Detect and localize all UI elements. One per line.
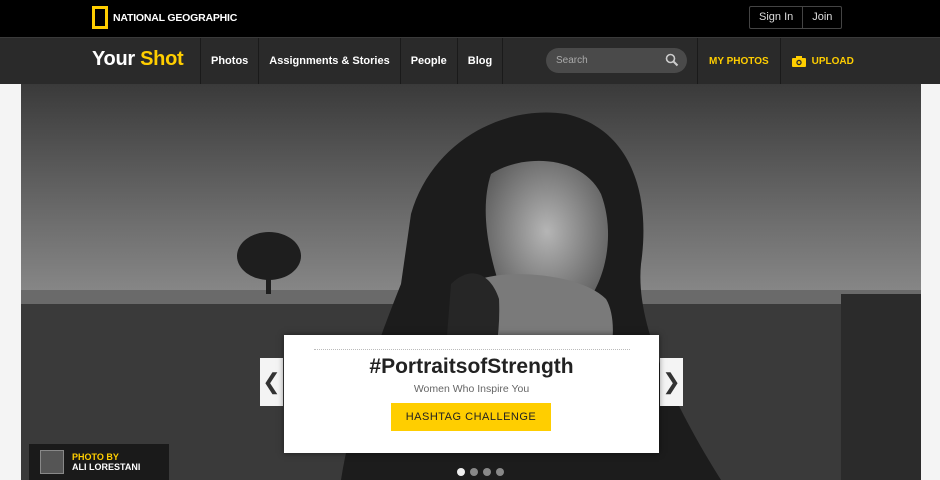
feature-card: #PortraitsofStrength Women Who Inspire Y… [284,335,659,453]
main-nav: Your Shot Photos Assignments & Stories P… [0,37,940,84]
nav-item-blog[interactable]: Blog [456,38,504,84]
auth-links: Sign In Join [749,6,843,29]
chevron-right-icon: ❯ [662,369,681,394]
slide-pager [457,468,504,476]
photo-credit[interactable]: PHOTO BY ALI LORESTANI [29,444,169,480]
nav-item-people[interactable]: People [399,38,457,84]
national-geographic-logo[interactable]: NATIONAL GEOGRAPHIC [92,6,237,29]
search-box [546,48,687,73]
prev-slide-button[interactable]: ❮ [260,358,283,406]
search-icon[interactable] [665,53,679,67]
yellow-frame-icon [92,6,108,29]
pager-dot[interactable] [496,468,504,476]
brand-your: Your [92,48,135,70]
camera-icon [791,55,806,67]
pager-dot[interactable] [470,468,478,476]
credit-text: PHOTO BY ALI LORESTANI [72,452,140,472]
pager-dot[interactable] [457,468,465,476]
your-shot-brand[interactable]: Your Shot [92,48,184,71]
sign-in-link[interactable]: Sign In [750,7,802,28]
pager-dot[interactable] [483,468,491,476]
dotted-divider [314,349,630,350]
join-link[interactable]: Join [803,7,841,28]
my-photos-label: MY PHOTOS [709,55,769,67]
card-subtitle: Women Who Inspire You [413,383,530,395]
photographer-avatar [40,450,64,474]
credit-label: PHOTO BY [72,452,119,462]
upload-button[interactable]: UPLOAD [779,38,865,84]
chevron-left-icon: ❮ [262,369,281,394]
nav-item-assignments-stories[interactable]: Assignments & Stories [258,38,399,84]
nav-links: Photos Assignments & Stories People Blog [200,38,504,84]
next-slide-button[interactable]: ❯ [660,358,683,406]
search-input[interactable] [556,55,656,66]
brand-shot: Shot [140,48,184,70]
upload-label: UPLOAD [811,55,854,67]
nav-item-photos[interactable]: Photos [200,38,258,84]
top-bar: NATIONAL GEOGRAPHIC Sign In Join [0,0,940,37]
photographer-name: ALI LORESTANI [72,462,141,472]
my-photos-link[interactable]: MY PHOTOS [697,38,780,84]
logo-text: NATIONAL GEOGRAPHIC [113,11,238,24]
card-title: #PortraitsofStrength [369,355,574,378]
hashtag-challenge-button[interactable]: HASHTAG CHALLENGE [391,403,551,431]
user-actions: MY PHOTOS UPLOAD [697,38,865,84]
